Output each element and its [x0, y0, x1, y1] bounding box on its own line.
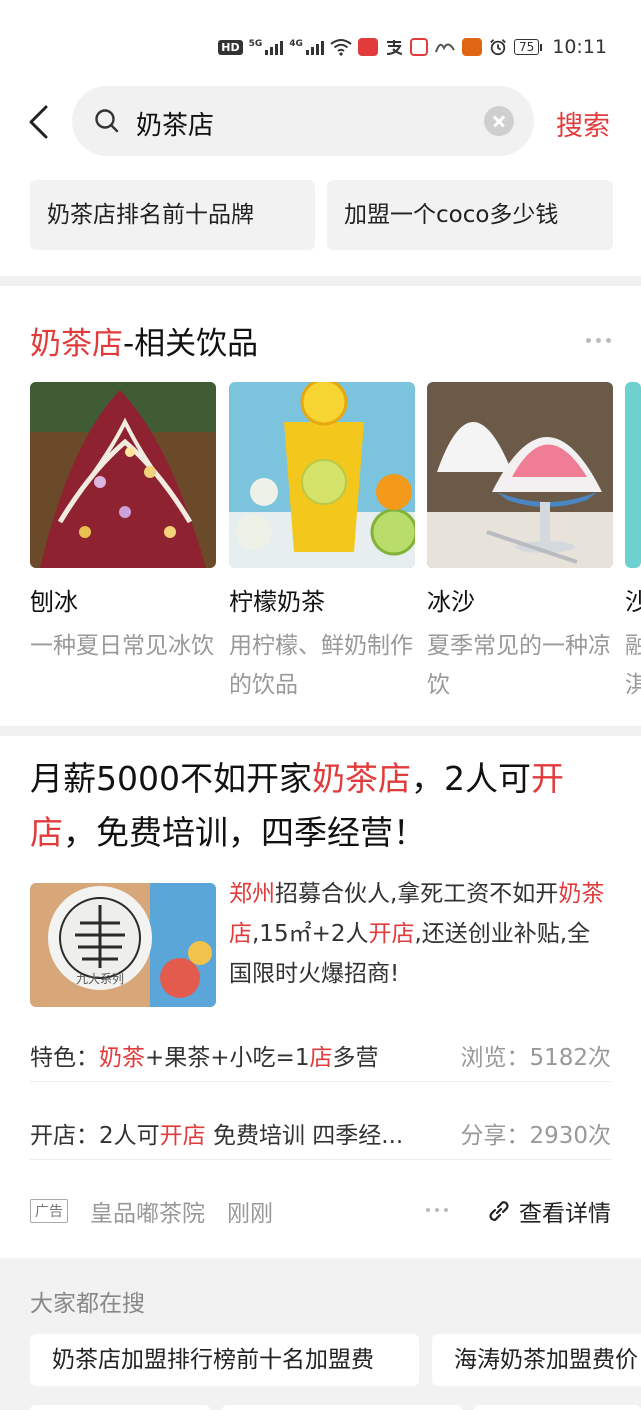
drink-name: 柠檬奶茶 [229, 588, 325, 616]
ad-title-text: ，2人可 [410, 759, 531, 798]
shaved-ice-image [30, 382, 216, 568]
back-arrow-icon[interactable] [26, 104, 54, 140]
ad-image-text: 九大系列 [76, 972, 124, 986]
ad-open-text: 开店：2人可开店 免费培训 四季经... [30, 1116, 403, 1150]
status-icons: HD 5G 4G 75 10:11 [218, 36, 607, 58]
clear-icon[interactable] [484, 106, 514, 136]
ad-desc-text: ,15㎡+2人 [252, 921, 369, 947]
ad-time: 刚刚 [226, 1201, 273, 1227]
search-icon [95, 109, 119, 133]
wifi-icon [330, 39, 352, 56]
search-chip-1[interactable]: 奶茶店加盟排行榜前十名加盟费 [30, 1334, 419, 1386]
status-bar: HD 5G 4G 75 10:11 [0, 0, 641, 80]
ad-feature-label: 特色： [30, 1045, 99, 1071]
section-divider [0, 726, 641, 736]
ad-open-row[interactable]: 开店：2人可开店 免费培训 四季经... 分享：2930次 [30, 1100, 611, 1160]
drink-name: 刨冰 [30, 588, 78, 616]
ad-desc-keyword: 开店 [368, 921, 415, 947]
drink-desc: 夏季常见的一种凉饮 [427, 633, 611, 698]
ad-title-keyword: 开 [530, 759, 564, 798]
ad-feature-row[interactable]: 特色：奶茶+果茶+小吃=1店多营 浏览：5182次 [30, 1022, 611, 1082]
hd-icon: HD [218, 39, 243, 55]
view-details-label: 查看详情 [519, 1201, 611, 1227]
ad-source-name: 皇品嘟茶院 [90, 1201, 205, 1227]
ad-feature-part: +果茶+小吃=1 [145, 1045, 310, 1071]
huawei-app-icon [357, 38, 378, 56]
related-title-keyword: 奶茶店 [30, 326, 123, 362]
lemon-tea-image [229, 382, 415, 568]
view-details-button[interactable]: 查看详情 [487, 1194, 611, 1228]
drink-name: 冰沙 [427, 588, 475, 616]
ad-badge: 广告 [30, 1199, 68, 1223]
drink-desc: 融淇 [625, 633, 641, 698]
people-also-search-section: 大家都在搜 奶茶店加盟排行榜前十名加盟费 海涛奶茶加盟费价 [0, 1258, 641, 1410]
people-also-search-title: 大家都在搜 [30, 1291, 145, 1317]
network-5g-label: 5G [248, 39, 263, 49]
drink-card-smoothie[interactable]: 冰沙 夏季常见的一种凉饮 [427, 382, 613, 705]
ad-description[interactable]: 郑州招募合伙人,拿死工资不如开奶茶店,15㎡+2人开店,还送创业补贴,全国限时火… [229, 874, 613, 994]
ad-desc-text: 招募合伙人,拿死工资不如开 [275, 881, 559, 907]
ad-open-label: 开店：2人可 [30, 1123, 160, 1149]
ad-open-keyword: 开店 [159, 1123, 206, 1149]
ad-image[interactable]: 九大系列 [30, 883, 216, 1007]
search-chip-partial[interactable] [222, 1405, 462, 1410]
search-input[interactable]: 奶茶店 [72, 86, 534, 156]
drink-card-lemon-milk-tea[interactable]: 柠檬奶茶 用柠檬、鲜奶制作的饮品 [229, 382, 415, 705]
clock: 10:11 [552, 36, 607, 58]
alipay-icon [386, 40, 403, 55]
more-options-icon[interactable] [586, 338, 611, 343]
ad-title-keyword: 奶茶店 [311, 759, 411, 798]
search-chip-partial[interactable] [474, 1405, 641, 1410]
smoothie-image [427, 382, 613, 568]
suggestion-chip-1[interactable]: 奶茶店排名前十品牌 [30, 180, 315, 250]
signal-4g-icon: 4G [289, 39, 324, 55]
suggestion-chip-2[interactable]: 加盟一个coco多少钱 [327, 180, 613, 250]
ad-more-icon[interactable] [426, 1208, 448, 1212]
ad-feature-keyword: 店 [309, 1045, 333, 1071]
search-chip-2[interactable]: 海涛奶茶加盟费价 [432, 1334, 641, 1386]
section-divider [0, 276, 641, 286]
battery-level: 75 [513, 39, 540, 55]
drink-desc: 用柠檬、鲜奶制作的饮品 [229, 633, 413, 698]
partial-drink-image [625, 382, 641, 568]
search-chip-partial[interactable] [30, 1405, 210, 1410]
ad-title-text: ，免费培训，四季经营！ [63, 813, 426, 852]
drink-desc: 一种夏日常见冰饮 [30, 633, 214, 659]
network-4g-label: 4G [289, 39, 303, 49]
orange-app-icon [461, 38, 482, 56]
alarm-icon [490, 39, 506, 56]
shares-count: 分享：2930次 [460, 1123, 611, 1149]
drink-card-shaved-ice[interactable]: 刨冰 一种夏日常见冰饮 [30, 382, 216, 705]
drink-card-partial[interactable]: 沙 融淇 [625, 382, 641, 705]
ad-feature-part: 多营 [332, 1045, 379, 1071]
battery-icon: 75 [513, 39, 543, 55]
ad-footer: 广告 皇品嘟茶院 刚刚 查看详情 [30, 1192, 611, 1232]
ad-open-part: 免费培训 四季经... [205, 1123, 404, 1149]
ad-title-text: 月薪5000不如开家 [30, 759, 312, 798]
search-query: 奶茶店 [136, 111, 215, 141]
red-app-icon [409, 38, 428, 56]
views-count: 浏览：5182次 [460, 1045, 611, 1071]
calligraphy-app-icon [435, 43, 455, 53]
related-title-rest: -相关饮品 [123, 326, 259, 362]
related-section-title: 奶茶店-相关饮品 [30, 318, 258, 363]
search-button[interactable]: 搜索 [556, 104, 610, 143]
ad-desc-city: 郑州 [229, 881, 275, 907]
ad-feature-keyword: 奶茶 [99, 1045, 145, 1071]
ad-title-keyword: 店 [30, 813, 63, 852]
ad-title[interactable]: 月薪5000不如开家奶茶店，2人可开店，免费培训，四季经营！ [30, 752, 615, 860]
signal-5g-icon: 5G [249, 39, 284, 55]
ad-feature-text: 特色：奶茶+果茶+小吃=1店多营 [30, 1038, 378, 1072]
drink-name: 沙 [625, 588, 641, 616]
link-icon [489, 1201, 509, 1221]
ad-source: 皇品嘟茶院 刚刚 [90, 1194, 273, 1228]
